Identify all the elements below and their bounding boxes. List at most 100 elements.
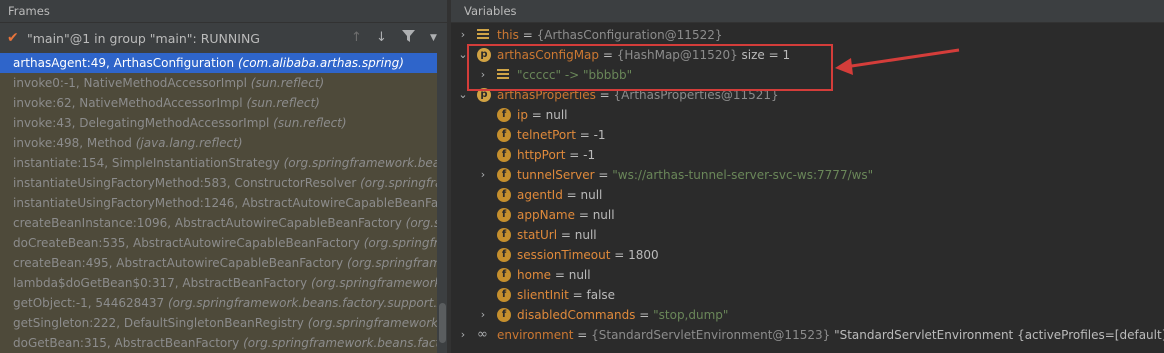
chevron-down-icon[interactable]: ▼ (430, 33, 437, 43)
variable-text: agentId = null (517, 185, 602, 205)
frames-header: Frames (0, 0, 447, 23)
frame-package: (java.lang.reflect) (135, 136, 243, 150)
frame-method: instantiate:154, SimpleInstantiationStra… (13, 156, 280, 170)
frame-row[interactable]: lambda$doGetBean$0:317, AbstractBeanFact… (0, 273, 437, 293)
expand-toggle-icon[interactable]: › (477, 305, 489, 325)
arrow-down-icon[interactable]: ↓ (376, 30, 387, 45)
variable-name: environment (497, 328, 574, 342)
field-icon: f (497, 308, 511, 322)
expand-toggle-icon[interactable]: › (477, 165, 489, 185)
frame-method: invoke:62, NativeMethodAccessorImpl (13, 96, 243, 110)
variable-equals: = (594, 168, 613, 182)
variable-equals: = (568, 288, 587, 302)
frame-row[interactable]: invoke:62, NativeMethodAccessorImpl (sun… (0, 93, 437, 113)
expand-toggle-icon[interactable]: › (457, 25, 469, 45)
frame-package: (org.springframework.b (307, 316, 437, 330)
expand-toggle-icon[interactable]: › (457, 325, 469, 345)
variable-row[interactable]: › ∞ environment = {StandardServletEnvironm… (451, 325, 1164, 345)
frame-package: (org.springframework.b (310, 276, 437, 290)
frame-method: lambda$doGetBean$0:317, AbstractBeanFact… (13, 276, 308, 290)
variable-text: sessionTimeout = 1800 (517, 245, 659, 265)
variable-text: telnetPort = -1 (517, 125, 606, 145)
variable-text: tunnelServer = "ws://arthas-tunnel-serve… (517, 165, 873, 185)
frame-package: (com.alibaba.arthas.spring) (237, 56, 404, 70)
field-icon: f (497, 168, 511, 182)
variable-row[interactable]: f slientInit = false (451, 285, 1164, 305)
frame-row[interactable]: invoke0:-1, NativeMethodAccessorImpl (su… (0, 73, 437, 93)
variable-row[interactable]: › f disabledCommands = "stop,dump" (451, 305, 1164, 325)
frame-row[interactable]: instantiateUsingFactoryMethod:583, Const… (0, 173, 437, 193)
field-icon: f (497, 148, 511, 162)
variable-name: appName (517, 208, 575, 222)
frame-row[interactable]: instantiateUsingFactoryMethod:1246, Abst… (0, 193, 437, 213)
variable-value: null (574, 228, 597, 242)
frame-package: (sun.reflect) (273, 116, 347, 130)
frame-row[interactable]: getObject:-1, 544628437 (org.springframe… (0, 293, 437, 313)
variable-string: "stop,dump" (653, 308, 729, 322)
variable-name: ip (517, 108, 528, 122)
variable-equals: = (573, 328, 592, 342)
scrollbar-thumb[interactable] (439, 303, 446, 343)
frame-method: createBeanInstance:1096, AbstractAutowir… (13, 216, 402, 230)
frame-row[interactable]: invoke:43, DelegatingMethodAccessorImpl … (0, 113, 437, 133)
frame-package: (org.sp (405, 216, 437, 230)
variable-row[interactable]: f httpPort = -1 (451, 145, 1164, 165)
variable-row[interactable]: › f tunnelServer = "ws://arthas-tunnel-ser… (451, 165, 1164, 185)
frame-row[interactable]: createBeanInstance:1096, AbstractAutowir… (0, 213, 437, 233)
variable-text: statUrl = null (517, 225, 597, 245)
frame-row[interactable]: arthasAgent:49, ArthasConfiguration (com… (0, 53, 437, 73)
variable-equals: = (565, 148, 584, 162)
checkmark-icon: ✔ (7, 30, 19, 46)
variable-value: 1800 (628, 248, 659, 262)
variable-text: this = {ArthasConfiguration@11522} (497, 25, 722, 45)
variable-row[interactable]: f agentId = null (451, 185, 1164, 205)
frame-package: (org.springframework.beans.factory.suppo… (167, 296, 437, 310)
frames-scrollbar[interactable] (437, 53, 447, 353)
variable-row[interactable]: f appName = null (451, 205, 1164, 225)
frame-method: invoke0:-1, NativeMethodAccessorImpl (13, 76, 247, 90)
frame-row[interactable]: doGetBean:315, AbstractBeanFactory (org.… (0, 333, 437, 353)
arrow-up-icon[interactable]: ↑ (351, 30, 362, 45)
variable-name: telnetPort (517, 128, 576, 142)
frame-package: (sun.reflect) (246, 96, 320, 110)
frame-row[interactable]: instantiate:154, SimpleInstantiationStra… (0, 153, 437, 173)
variable-row[interactable]: f sessionTimeout = 1800 (451, 245, 1164, 265)
annotation-highlight-box (467, 44, 833, 91)
variable-value: null (568, 268, 591, 282)
frame-method: getSingleton:222, DefaultSingletonBeanRe… (13, 316, 304, 330)
variable-equals: = (562, 188, 581, 202)
variable-name: httpPort (517, 148, 566, 162)
frame-package: (sun.reflect) (250, 76, 325, 90)
field-icon: f (497, 228, 511, 242)
variable-value: null (580, 188, 603, 202)
frame-package: (org.springfran (360, 176, 437, 190)
variable-equals: = (527, 108, 546, 122)
variable-name: this (497, 28, 519, 42)
variable-value: null (592, 208, 615, 222)
variable-row[interactable]: › this = {ArthasConfiguration@11522} (451, 25, 1164, 45)
field-icon: f (497, 188, 511, 202)
frame-package: (org.springframew (346, 256, 437, 270)
frame-package: (org.springframework.beans.facto (243, 336, 437, 350)
frame-row[interactable]: getSingleton:222, DefaultSingletonBeanRe… (0, 313, 437, 333)
frame-row[interactable]: invoke:498, Method (java.lang.reflect) (0, 133, 437, 153)
variable-row[interactable]: f ip = null (451, 105, 1164, 125)
variable-row[interactable]: f telnetPort = -1 (451, 125, 1164, 145)
thread-label: "main"@1 in group "main": RUNNING (27, 30, 260, 46)
variable-row[interactable]: f statUrl = null (451, 225, 1164, 245)
frame-method: instantiateUsingFactoryMethod:1246, Abst… (13, 196, 437, 210)
variable-equals: = (575, 208, 593, 222)
frame-row[interactable]: createBean:495, AbstractAutowireCapableB… (0, 253, 437, 273)
frame-row[interactable]: doCreateBean:535, AbstractAutowireCapabl… (0, 233, 437, 253)
variable-equals: = (610, 248, 629, 262)
variable-equals: = (551, 268, 569, 282)
variable-value: false (586, 288, 616, 302)
variables-header: Variables (451, 0, 1164, 23)
thread-selector[interactable]: ✔ "main"@1 in group "main": RUNNING ↑ ↓ … (0, 23, 447, 54)
variable-name: statUrl (517, 228, 558, 242)
frame-method: arthasAgent:49, ArthasConfiguration (13, 56, 235, 70)
filter-icon[interactable] (402, 30, 415, 46)
variable-row[interactable]: f home = null (451, 265, 1164, 285)
variable-name: slientInit (517, 288, 569, 302)
variable-equals: = (518, 28, 537, 42)
